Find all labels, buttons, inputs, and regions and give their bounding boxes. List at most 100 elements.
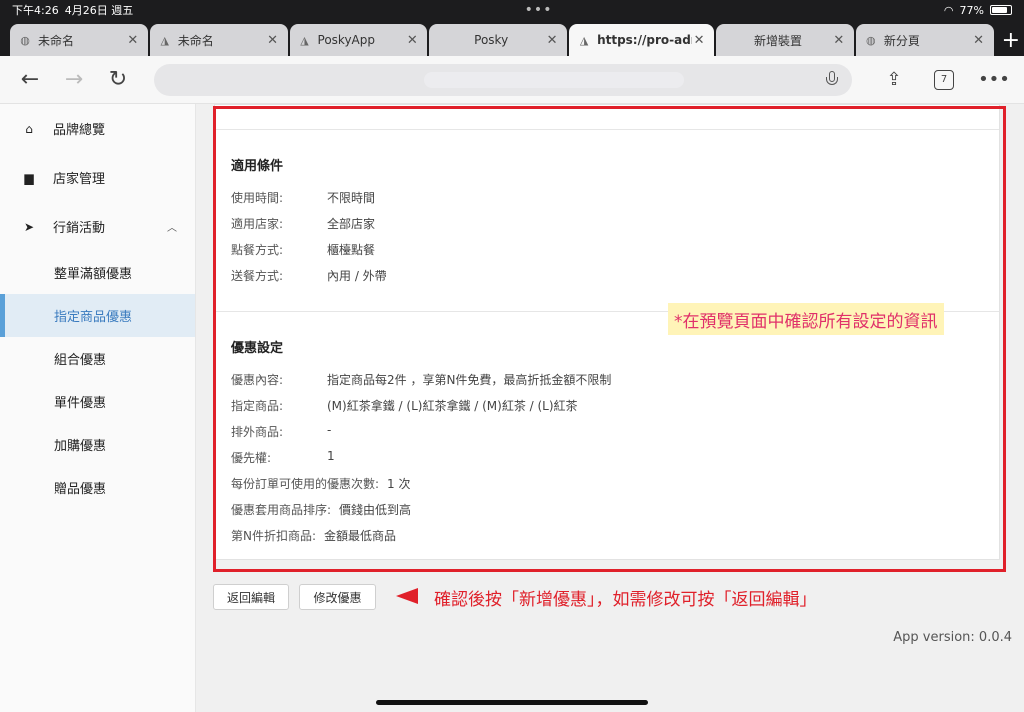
back-icon[interactable]: ← [12, 62, 48, 98]
send-icon: ➤ [23, 219, 35, 234]
row-value: 金額最低商品 [324, 529, 397, 543]
annotation-arrow-icon [396, 588, 418, 604]
address-bar[interactable] [154, 63, 852, 96]
conditions-title: 適用條件 [231, 159, 284, 174]
row-value: 不限時間 [327, 191, 376, 205]
divider [215, 129, 999, 130]
home-indicator[interactable] [376, 700, 648, 705]
sidebar-item-label: 品牌總覽 [53, 123, 106, 138]
row-key: 指定商品: [231, 399, 284, 413]
new-tab-icon[interactable]: + [998, 24, 1024, 56]
reload-icon[interactable]: ↻ [100, 62, 136, 98]
annotation-note: *在預覽頁面中確認所有設定的資訊 [668, 303, 944, 335]
close-tab-icon[interactable]: ✕ [972, 33, 986, 48]
close-tab-icon[interactable]: ✕ [832, 33, 846, 48]
discount-row: 優先權: 1 [231, 449, 335, 466]
close-tab-icon[interactable]: ✕ [405, 33, 419, 48]
battery-icon [989, 5, 1012, 15]
microphone-icon[interactable] [826, 70, 838, 89]
tab-overview-button[interactable]: 7 [926, 62, 962, 98]
discount-row: 第N件折扣商品: 金額最低商品 [231, 527, 396, 544]
browser-tab-active[interactable]: ◮ https://pro-adm ✕ [569, 24, 715, 56]
condition-row: 使用時間: 不限時間 [231, 189, 375, 206]
url-text-redacted [424, 71, 684, 88]
sidebar-item-label: 行銷活動 [53, 221, 106, 236]
close-tab-icon[interactable]: ✕ [126, 33, 140, 48]
tab-strip: ◍ 未命名 ✕ ◮ 未命名 ✕ ◮ PoskyApp ✕ Posky ✕ ◮ h… [0, 20, 1024, 56]
modify-discount-button[interactable]: 修改優惠 [299, 584, 376, 610]
row-value: 1 [327, 449, 335, 463]
more-icon[interactable]: ••• [976, 62, 1012, 98]
sidebar-item-store-management[interactable]: ▆ 店家管理 [0, 153, 195, 202]
status-bar: 下午4:26 4月26日 週五 ••• ◠ 77% [0, 0, 1024, 20]
app-version: App version: 0.0.4 [893, 630, 1012, 645]
discount-title: 優惠設定 [231, 341, 284, 356]
sidebar-item-label: 店家管理 [53, 172, 106, 187]
sidebar-item-brand-overview[interactable]: ⌂ 品牌總覽 [0, 104, 195, 153]
condition-row: 點餐方式: 櫃檯點餐 [231, 241, 375, 258]
row-key: 送餐方式: [231, 269, 284, 283]
row-value: (M)紅茶拿鐵 / (L)紅茶拿鐵 / (M)紅茶 / (L)紅茶 [327, 399, 578, 413]
store-icon: ▆ [24, 170, 34, 185]
tab-label: https://pro-adm [597, 33, 692, 47]
wifi-icon: ◠ [943, 3, 954, 17]
preview-card: 適用條件 使用時間: 不限時間 適用店家: 全部店家 點餐方式: 櫃檯點餐 送餐… [214, 104, 1000, 560]
browser-toolbar: ← → ↻ ⇪ 7 ••• [0, 56, 1024, 104]
browser-tab[interactable]: Posky ✕ [429, 24, 568, 56]
close-tab-icon[interactable]: ✕ [692, 33, 706, 48]
condition-row: 送餐方式: 內用 / 外帶 [231, 267, 387, 284]
discount-row: 排外商品: - [231, 423, 331, 440]
sidebar-item-marketing[interactable]: ➤ 行銷活動 ︿ [0, 202, 195, 251]
sidebar-subitem[interactable]: 單件優惠 [0, 380, 195, 423]
app-logo-icon: ◮ [300, 33, 309, 47]
row-value: 價錢由低到高 [339, 503, 412, 517]
browser-tab[interactable]: ◍ 新分頁 ✕ [855, 24, 994, 56]
discount-row: 優惠內容: 指定商品每2件 ，享第N件免費，最高折抵金額不限制 [231, 371, 611, 388]
browser-tab[interactable]: 新增裝置 ✕ [716, 24, 854, 56]
sidebar-subitem[interactable]: 贈品優惠 [0, 466, 195, 509]
browser-tab[interactable]: ◮ 未命名 ✕ [149, 24, 288, 56]
row-value: 全部店家 [327, 217, 376, 231]
row-key: 每份訂單可使用的優惠次數: [231, 477, 380, 491]
row-key: 點餐方式: [231, 243, 284, 257]
row-key: 優先權: [231, 451, 272, 465]
tab-label: Posky [474, 33, 509, 47]
row-value: 1 次 [387, 477, 411, 491]
row-value: 指定商品每2件 ，享第N件免費，最高折抵金額不限制 [327, 373, 612, 387]
chevron-up-icon: ︿ [167, 223, 177, 234]
row-key: 使用時間: [231, 191, 284, 205]
sidebar-subitem[interactable]: 加購優惠 [0, 423, 195, 466]
sidebar-subitem-active[interactable]: 指定商品優惠 [0, 294, 195, 337]
tab-label: PoskyApp [317, 33, 375, 47]
discount-row: 指定商品: (M)紅茶拿鐵 / (L)紅茶拿鐵 / (M)紅茶 / (L)紅茶 [231, 397, 578, 414]
share-icon[interactable]: ⇪ [876, 62, 912, 98]
status-time: 下午4:26 [12, 4, 59, 17]
browser-tab[interactable]: ◮ PoskyApp ✕ [289, 24, 428, 56]
globe-icon: ◍ [20, 33, 30, 47]
status-date: 4月26日 週五 [64, 4, 134, 17]
tab-label: 未命名 [177, 33, 214, 48]
sidebar-subitem[interactable]: 整單滿額優惠 [0, 251, 195, 294]
discount-row: 每份訂單可使用的優惠次數: 1 次 [231, 475, 411, 492]
close-tab-icon[interactable]: ✕ [545, 33, 559, 48]
tab-label: 新增裝置 [753, 33, 802, 48]
sidebar-subitem[interactable]: 組合優惠 [0, 337, 195, 380]
browser-tab[interactable]: ◍ 未命名 ✕ [10, 24, 148, 56]
discount-row: 優惠套用商品排序: 價錢由低到高 [231, 501, 411, 518]
forward-icon[interactable]: → [56, 62, 92, 98]
battery-percent: 77% [959, 3, 984, 17]
close-tab-icon[interactable]: ✕ [266, 33, 280, 48]
row-value: - [327, 423, 332, 437]
row-key: 排外商品: [231, 425, 284, 439]
app-logo-icon: ◮ [160, 33, 169, 47]
row-key: 優惠內容: [231, 373, 284, 387]
row-value: 櫃檯點餐 [327, 243, 376, 257]
row-key: 第N件折扣商品: [231, 529, 317, 543]
row-key: 適用店家: [231, 217, 284, 231]
condition-row: 適用店家: 全部店家 [231, 215, 375, 232]
tab-label: 新分頁 [883, 33, 920, 48]
multitask-dots-icon[interactable]: ••• [525, 2, 553, 18]
row-key: 優惠套用商品排序: [231, 503, 332, 517]
tab-count: 7 [934, 69, 954, 90]
back-edit-button[interactable]: 返回編輯 [213, 584, 289, 610]
